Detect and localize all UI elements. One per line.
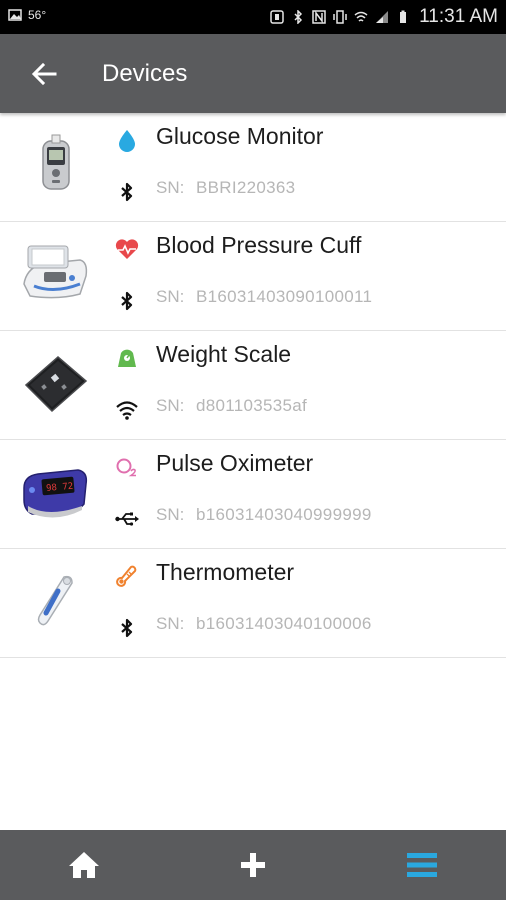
list-item[interactable]: Blood Pressure Cuff SN: B160314030901000… — [0, 222, 506, 331]
device-name: Pulse Oximeter — [156, 450, 314, 476]
bluetooth-icon — [121, 618, 133, 638]
heart-pulse-icon — [115, 239, 139, 259]
menu-icon — [407, 853, 437, 877]
sn-label: SN: — [156, 178, 185, 197]
device-name: Weight Scale — [156, 341, 292, 367]
clock-text: 11:31 AM — [419, 6, 498, 27]
bottom-nav — [0, 830, 506, 900]
status-bar: 56° 11:31 AM — [0, 0, 506, 34]
arrow-left-icon — [31, 62, 57, 86]
list-item[interactable]: Glucose Monitor SN: BBRI220363 — [0, 113, 506, 222]
sn-label: SN: — [156, 287, 185, 306]
sn-label: SN: — [156, 505, 185, 524]
add-device-button[interactable] — [169, 830, 337, 900]
bluetooth-icon — [121, 291, 133, 311]
device-name: Thermometer — [156, 559, 295, 585]
bluetooth-icon — [121, 182, 133, 202]
serial-number: d801103535af — [196, 396, 308, 415]
list-item[interactable]: 98 72 Pulse Oximeter SN: b16031403040999… — [0, 440, 506, 549]
sn-label: SN: — [156, 614, 185, 633]
list-item[interactable]: Thermometer SN: b16031403040100006 — [0, 549, 506, 658]
thermometer-image — [37, 575, 73, 626]
nfc-icon — [270, 10, 284, 24]
nfc-n-icon — [312, 10, 326, 24]
wifi-icon — [116, 401, 138, 420]
page-title: Devices — [102, 60, 188, 87]
serial-number: BBRI220363 — [196, 178, 296, 197]
oxygen-icon — [116, 458, 136, 477]
device-name: Blood Pressure Cuff — [156, 232, 362, 258]
battery-icon — [400, 10, 407, 23]
plus-icon — [241, 853, 265, 877]
back-button[interactable] — [26, 56, 62, 92]
signal-icon — [376, 11, 389, 23]
blood-pressure-cuff-image — [23, 245, 88, 299]
home-button[interactable] — [0, 830, 168, 900]
weight-scale-image — [24, 356, 88, 413]
usb-icon — [115, 512, 139, 526]
list-item[interactable]: Weight Scale SN: d801103535af — [0, 331, 506, 440]
serial-number: b16031403040100006 — [196, 614, 372, 633]
home-icon — [69, 852, 99, 878]
temperature-text: 56° — [28, 8, 47, 22]
serial-number: b16031403040999999 — [196, 505, 372, 524]
glucose-monitor-image — [42, 134, 70, 190]
device-list: Glucose Monitor SN: BBRI220363 Blood Pre… — [0, 113, 506, 658]
scale-icon — [118, 349, 136, 367]
menu-button[interactable] — [338, 830, 506, 900]
vibrate-icon — [333, 10, 347, 24]
pulse-oximeter-image: 98 72 — [23, 469, 88, 518]
app-bar: Devices — [0, 34, 506, 113]
wifi-status-icon — [354, 11, 368, 22]
serial-number: B16031403090100011 — [196, 287, 373, 306]
image-notification-icon — [8, 9, 22, 21]
droplet-icon — [119, 130, 135, 152]
device-name: Glucose Monitor — [156, 123, 324, 149]
sn-label: SN: — [156, 396, 185, 415]
bluetooth-status-icon — [294, 10, 303, 24]
thermometer-icon — [116, 565, 137, 587]
